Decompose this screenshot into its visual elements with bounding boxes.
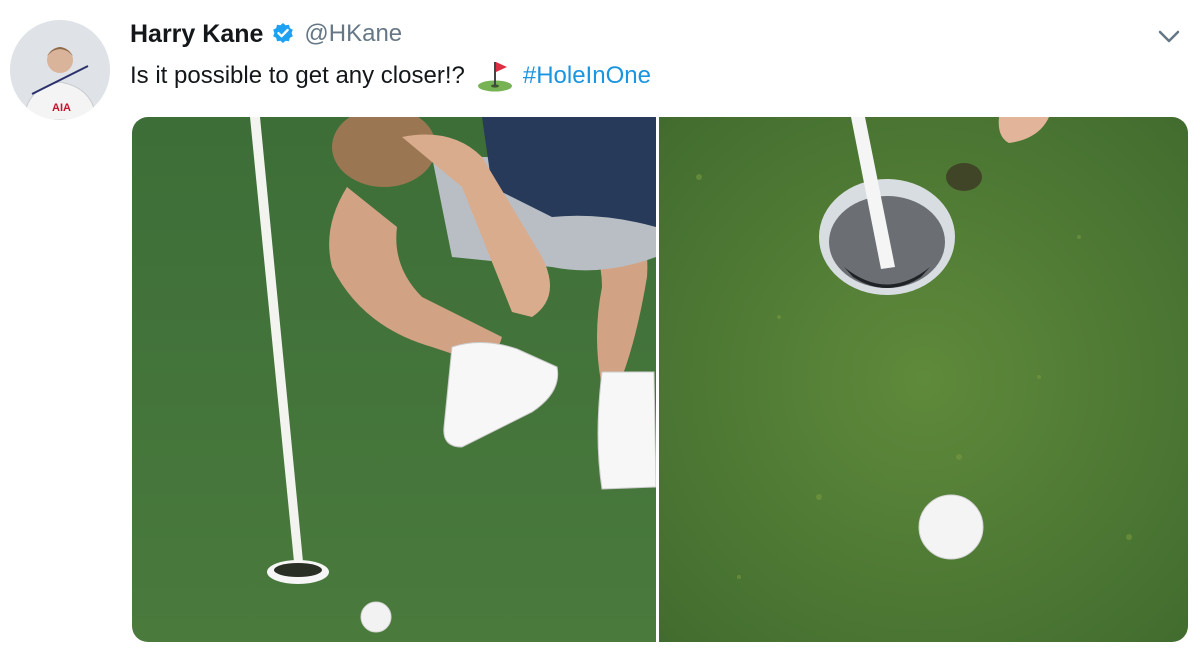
photo-right-image: [659, 117, 1188, 642]
photo-left-image: [132, 117, 657, 642]
golf-flag-emoji-icon: [477, 60, 513, 92]
chevron-down-icon[interactable]: [1152, 22, 1186, 50]
tweet-body: Is it possible to get any closer!?: [130, 62, 465, 89]
tweet-text: Is it possible to get any closer!? #Hole…: [130, 58, 651, 94]
photo-golfer-crouching[interactable]: [132, 117, 657, 642]
photo-ball-near-hole[interactable]: [659, 117, 1188, 642]
hashtag-link[interactable]: #HoleInOne: [523, 62, 651, 90]
author-handle[interactable]: @HKane: [304, 20, 402, 48]
author-name[interactable]: Harry Kane: [130, 20, 263, 49]
tweet-header: Harry Kane @HKane: [130, 16, 402, 52]
avatar-image: AIA: [10, 20, 110, 120]
avatar-shirt-text: AIA: [52, 102, 71, 114]
verified-badge-icon: [271, 22, 295, 46]
author-avatar[interactable]: AIA: [10, 20, 110, 120]
tweet-media-grid: [132, 117, 1188, 642]
